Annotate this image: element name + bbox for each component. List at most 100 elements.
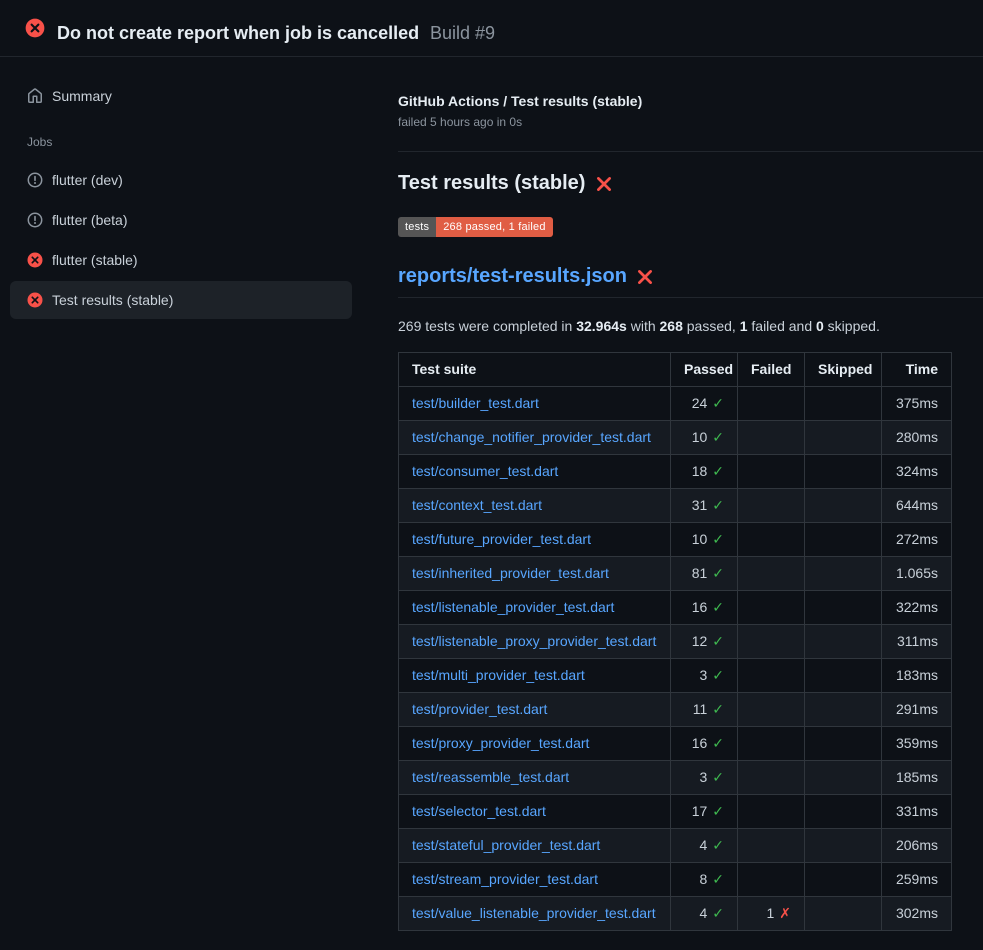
check-icon: ✓ xyxy=(712,565,724,581)
skipped-cell xyxy=(805,591,882,625)
skipped-cell xyxy=(805,829,882,863)
check-icon: ✓ xyxy=(712,463,724,479)
failed-cell xyxy=(738,659,805,693)
failed-cell xyxy=(738,557,805,591)
time-cell: 183ms xyxy=(882,659,952,693)
build-number: Build #9 xyxy=(430,23,495,43)
table-row: test/reassemble_test.dart3✓185ms xyxy=(399,761,952,795)
table-row: test/selector_test.dart17✓331ms xyxy=(399,795,952,829)
table-row: test/consumer_test.dart18✓324ms xyxy=(399,455,952,489)
x-circle-icon xyxy=(27,252,43,268)
failed-cell xyxy=(738,523,805,557)
table-row: test/listenable_provider_test.dart16✓322… xyxy=(399,591,952,625)
report-heading: reports/test-results.json xyxy=(398,265,983,298)
sidebar-job-flutter-beta[interactable]: flutter (beta) xyxy=(10,201,352,239)
suite-cell: test/provider_test.dart xyxy=(399,693,671,727)
suite-link[interactable]: test/stateful_provider_test.dart xyxy=(412,837,600,853)
sidebar-job-test-results-stable[interactable]: Test results (stable) xyxy=(10,281,352,319)
suite-link[interactable]: test/listenable_provider_test.dart xyxy=(412,599,614,615)
skipped-cell xyxy=(805,659,882,693)
check-icon: ✓ xyxy=(712,395,724,411)
suite-link[interactable]: test/selector_test.dart xyxy=(412,803,546,819)
content-layout: Summary Jobs flutter (dev)flutter (beta)… xyxy=(0,57,983,950)
time-cell: 206ms xyxy=(882,829,952,863)
neutral-circle-icon xyxy=(27,212,43,228)
failed-cell xyxy=(738,761,805,795)
suite-link[interactable]: test/provider_test.dart xyxy=(412,701,547,717)
suite-link[interactable]: test/future_provider_test.dart xyxy=(412,531,591,547)
failed-cell xyxy=(738,829,805,863)
check-icon: ✓ xyxy=(712,599,724,615)
table-header-row: Test suite Passed Failed Skipped Time xyxy=(399,353,952,387)
suite-cell: test/consumer_test.dart xyxy=(399,455,671,489)
summary-label: Summary xyxy=(52,88,112,104)
failed-x-icon xyxy=(595,175,613,193)
skipped-cell xyxy=(805,625,882,659)
jobs-list: flutter (dev)flutter (beta) flutter (stab… xyxy=(10,161,352,319)
skipped-cell xyxy=(805,489,882,523)
suite-link[interactable]: test/stream_provider_test.dart xyxy=(412,871,598,887)
time-cell: 359ms xyxy=(882,727,952,761)
sidebar: Summary Jobs flutter (dev)flutter (beta)… xyxy=(0,57,398,950)
suite-link[interactable]: test/multi_provider_test.dart xyxy=(412,667,585,683)
check-icon: ✓ xyxy=(712,633,724,649)
suite-cell: test/value_listenable_provider_test.dart xyxy=(399,897,671,931)
table-row: test/provider_test.dart11✓291ms xyxy=(399,693,952,727)
failed-cell xyxy=(738,489,805,523)
check-icon: ✓ xyxy=(712,803,724,819)
jobs-section-label: Jobs xyxy=(10,135,352,149)
job-label: flutter (stable) xyxy=(52,252,138,268)
suite-cell: test/listenable_provider_test.dart xyxy=(399,591,671,625)
failed-cell: 1✗ xyxy=(738,897,805,931)
time-cell: 375ms xyxy=(882,387,952,421)
passed-cell: 24✓ xyxy=(671,387,738,421)
suite-cell: test/selector_test.dart xyxy=(399,795,671,829)
failed-cell xyxy=(738,625,805,659)
passed-cell: 18✓ xyxy=(671,455,738,489)
sidebar-item-summary[interactable]: Summary xyxy=(10,79,352,113)
check-icon: ✓ xyxy=(712,735,724,751)
suite-link[interactable]: test/builder_test.dart xyxy=(412,395,539,411)
failed-cell xyxy=(738,421,805,455)
table-row: test/inherited_provider_test.dart81✓1.06… xyxy=(399,557,952,591)
sidebar-job-flutter-stable[interactable]: flutter (stable) xyxy=(10,241,352,279)
x-circle-icon xyxy=(27,292,43,308)
suite-link[interactable]: test/proxy_provider_test.dart xyxy=(412,735,589,751)
time-cell: 322ms xyxy=(882,591,952,625)
passed-cell: 31✓ xyxy=(671,489,738,523)
suite-link[interactable]: test/reassemble_test.dart xyxy=(412,769,569,785)
time-cell: 1.065s xyxy=(882,557,952,591)
table-row: test/change_notifier_provider_test.dart1… xyxy=(399,421,952,455)
duration-value: 32.964s xyxy=(576,318,627,334)
section-heading: Test results (stable) xyxy=(398,172,983,195)
report-link[interactable]: reports/test-results.json xyxy=(398,265,627,288)
suite-link[interactable]: test/change_notifier_provider_test.dart xyxy=(412,429,651,445)
passed-cell: 11✓ xyxy=(671,693,738,727)
breadcrumb: GitHub Actions / Test results (stable) xyxy=(398,93,983,109)
suite-link[interactable]: test/listenable_proxy_provider_test.dart xyxy=(412,633,656,649)
status-line: failed 5 hours ago in 0s xyxy=(398,115,983,129)
skipped-cell xyxy=(805,557,882,591)
table-row: test/multi_provider_test.dart3✓183ms xyxy=(399,659,952,693)
suite-link[interactable]: test/consumer_test.dart xyxy=(412,463,558,479)
check-icon: ✓ xyxy=(712,497,724,513)
passed-cell: 17✓ xyxy=(671,795,738,829)
failed-cell xyxy=(738,727,805,761)
passed-cell: 4✓ xyxy=(671,829,738,863)
suite-cell: test/reassemble_test.dart xyxy=(399,761,671,795)
suite-link[interactable]: test/context_test.dart xyxy=(412,497,542,513)
sidebar-job-flutter-dev[interactable]: flutter (dev) xyxy=(10,161,352,199)
suite-cell: test/stateful_provider_test.dart xyxy=(399,829,671,863)
job-label: Test results (stable) xyxy=(52,292,173,308)
suite-link[interactable]: test/value_listenable_provider_test.dart xyxy=(412,905,656,921)
divider xyxy=(398,151,983,152)
suite-cell: test/multi_provider_test.dart xyxy=(399,659,671,693)
table-row: test/builder_test.dart 24✓ 375ms xyxy=(399,387,952,421)
skipped-cell xyxy=(805,761,882,795)
column-header-passed: Passed xyxy=(671,353,738,387)
suite-link[interactable]: test/inherited_provider_test.dart xyxy=(412,565,609,581)
table-row: test/listenable_proxy_provider_test.dart… xyxy=(399,625,952,659)
suite-cell: test/builder_test.dart xyxy=(399,387,671,421)
neutral-circle-icon xyxy=(27,172,43,188)
results-table: Test suite Passed Failed Skipped Time te… xyxy=(398,352,952,931)
